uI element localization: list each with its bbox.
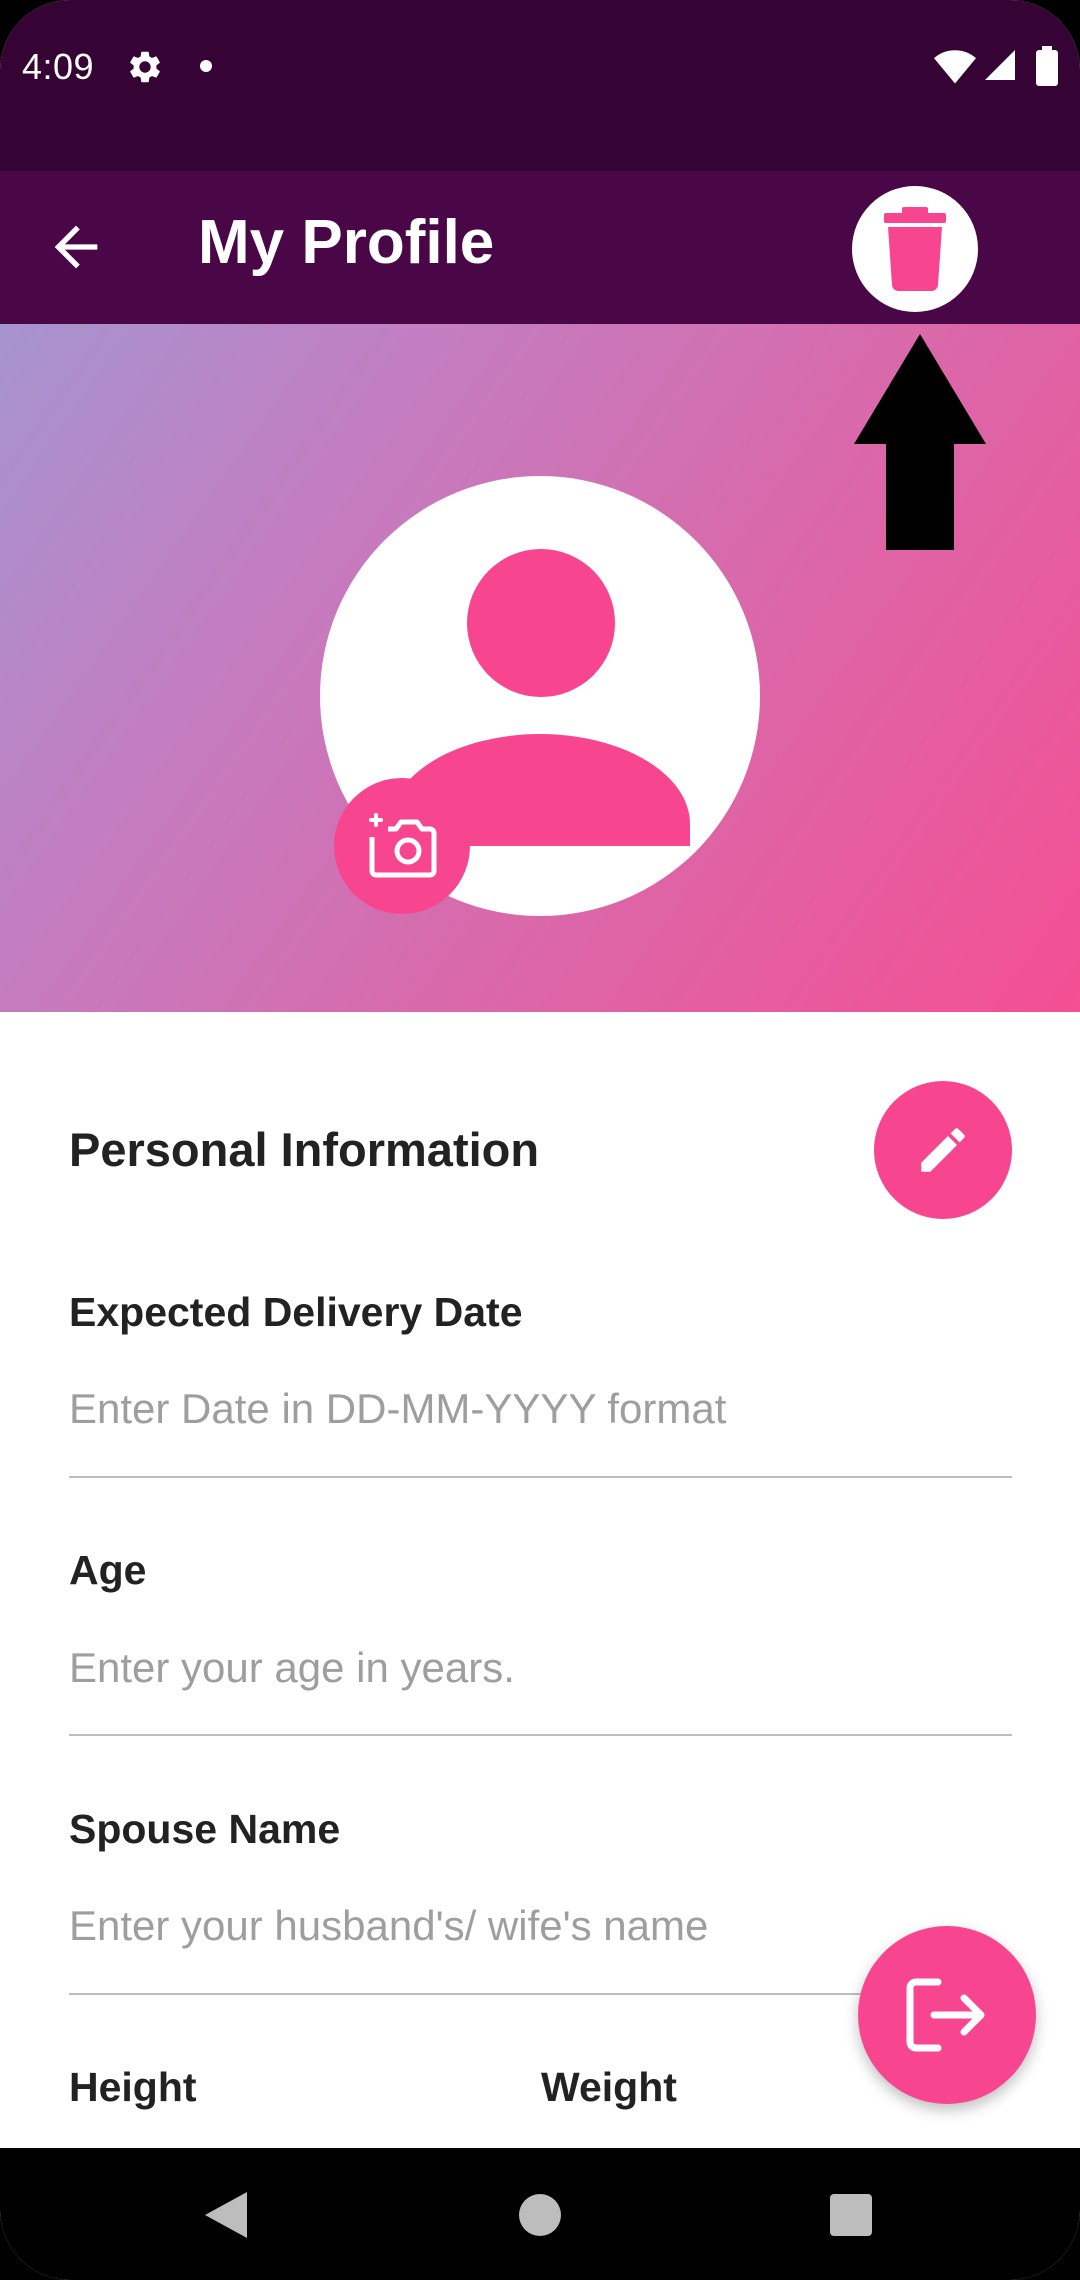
spouse-name-input[interactable] (69, 1891, 1012, 1961)
add-camera-icon (369, 813, 437, 878)
phone-screen: 4:09 My Profile Personal Information Exp… (0, 0, 1080, 2280)
wifi-icon (934, 50, 976, 84)
age-label: Age (69, 1547, 147, 1593)
logout-button[interactable] (858, 1926, 1036, 2104)
edit-profile-button[interactable] (874, 1081, 1012, 1219)
weight-label: Weight (541, 2064, 677, 2110)
delete-profile-button[interactable] (852, 186, 978, 312)
trash-icon (884, 207, 946, 291)
status-time: 4:09 (22, 46, 95, 87)
delivery-date-input[interactable] (69, 1374, 1012, 1444)
nav-back-icon[interactable] (205, 2192, 247, 2238)
page-title: My Profile (198, 208, 495, 277)
notification-dot-icon (200, 60, 212, 72)
system-nav-bar (0, 2148, 1080, 2280)
pencil-icon (921, 1128, 965, 1172)
status-bar: 4:09 (0, 0, 1080, 171)
battery-icon (1036, 46, 1058, 86)
age-input[interactable] (69, 1633, 1012, 1703)
nav-recents-icon[interactable] (830, 2194, 872, 2236)
cell-signal-icon (985, 50, 1015, 80)
nav-home-icon[interactable] (519, 2194, 561, 2236)
divider (69, 1476, 1012, 1478)
up-arrow-annotation-icon (854, 334, 986, 550)
section-title: Personal Information (69, 1123, 540, 1176)
logout-icon (906, 1978, 985, 2052)
divider (69, 1734, 1012, 1736)
app-bar: My Profile (0, 171, 1080, 324)
settings-gear-icon (130, 51, 160, 83)
avatar-head-shape (467, 549, 615, 697)
change-photo-button[interactable] (334, 778, 470, 914)
back-arrow-icon[interactable] (44, 215, 108, 279)
height-label: Height (69, 2064, 197, 2110)
spouse-name-label: Spouse Name (69, 1806, 341, 1852)
delivery-date-label: Expected Delivery Date (69, 1289, 523, 1335)
